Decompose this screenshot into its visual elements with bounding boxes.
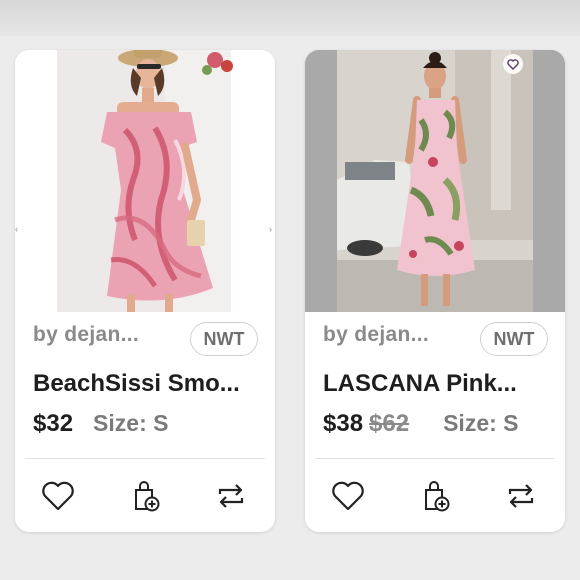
listing-photo[interactable] (15, 50, 275, 312)
listing-photo[interactable] (305, 50, 565, 312)
listing-actions (305, 478, 565, 514)
heart-icon (507, 58, 519, 70)
divider (25, 458, 265, 459)
condition-badge: NWT (190, 322, 258, 356)
share-icon (218, 484, 244, 508)
bag-plus-icon (135, 481, 160, 512)
listing-card[interactable]: ‹ › by dejan... NWT BeachSissi Smo... $3… (15, 50, 275, 532)
add-to-bundle-button[interactable] (417, 478, 453, 514)
like-button[interactable] (40, 478, 76, 514)
share-button[interactable] (213, 478, 249, 514)
seller-name[interactable]: by dejan... (323, 323, 429, 347)
listing-title[interactable]: BeachSissi Smo... (33, 370, 269, 398)
listing-title[interactable]: LASCANA Pink... (323, 370, 559, 398)
heart-icon (332, 481, 364, 511)
listing-price: $32 (33, 410, 74, 437)
price-row: $38 $62 Size: S (323, 410, 559, 442)
bag-plus-icon (425, 481, 450, 512)
like-button[interactable] (330, 478, 366, 514)
dress-photo-image (305, 50, 565, 312)
heart-icon (42, 481, 74, 511)
seller-name[interactable]: by dejan... (33, 323, 139, 347)
share-icon (508, 484, 534, 508)
share-button[interactable] (503, 478, 539, 514)
listing-card[interactable]: by dejan... NWT LASCANA Pink... $38 $62 … (305, 50, 565, 532)
next-image-chevron-icon[interactable]: › (269, 224, 272, 234)
original-price: $62 (369, 410, 410, 437)
add-to-bundle-button[interactable] (127, 478, 163, 514)
price-row: $32 Size: S (33, 410, 269, 442)
prev-image-chevron-icon[interactable]: ‹ (15, 224, 18, 234)
condition-badge: NWT (480, 322, 548, 356)
listing-size: Size: S (443, 410, 519, 436)
divider (315, 458, 555, 459)
listing-actions (15, 478, 275, 514)
top-band (0, 0, 580, 36)
dress-photo-image (15, 50, 275, 312)
liked-badge[interactable] (503, 54, 523, 74)
listing-size: Size: S (93, 410, 169, 436)
listing-price: $38 (323, 410, 364, 437)
